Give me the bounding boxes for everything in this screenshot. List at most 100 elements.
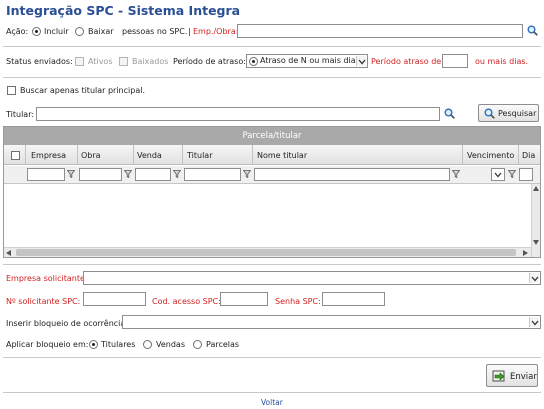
senha-label: Senha SPC: — [275, 297, 321, 306]
column-separator — [182, 145, 183, 165]
chevron-down-icon — [356, 56, 366, 66]
column-empresa[interactable]: Empresa — [31, 151, 66, 161]
search-icon[interactable] — [527, 25, 538, 36]
divider — [3, 392, 541, 393]
filter-funnel-icon[interactable] — [67, 170, 75, 178]
titular-label: Titular: — [6, 110, 35, 119]
filter-venda-input[interactable] — [135, 168, 171, 181]
emp-obra-label: Emp./Obra: — [193, 27, 239, 36]
radio-baixar-label[interactable]: Baixar — [88, 27, 114, 37]
filter-funnel-icon[interactable] — [243, 170, 251, 178]
buscar-titular-label: Buscar apenas titular principal. — [20, 86, 145, 95]
column-separator — [252, 145, 253, 165]
chevron-down-icon — [494, 172, 502, 178]
divider — [3, 357, 541, 358]
cod-acesso-input[interactable] — [220, 292, 268, 306]
divider — [3, 77, 541, 78]
titular-input[interactable] — [36, 107, 440, 121]
filter-funnel-icon[interactable] — [452, 170, 460, 178]
scroll-right-icon[interactable] — [523, 250, 528, 256]
enviar-button[interactable]: Enviar — [486, 364, 538, 387]
radio-vendas-label[interactable]: Vendas — [156, 340, 185, 350]
scroll-down-icon[interactable] — [533, 240, 539, 245]
periodo-atraso-select[interactable]: Atraso de N ou mais dias — [246, 54, 368, 68]
radio-vendas[interactable] — [143, 340, 152, 349]
checkbox-ativos-label: Ativos — [88, 57, 113, 66]
column-titular[interactable]: Titular — [187, 151, 212, 161]
column-separator — [133, 145, 134, 165]
separator-pipe: | — [188, 27, 191, 36]
periodo-atraso-de-input[interactable] — [442, 54, 468, 68]
periodo-atraso-de-label: Período atraso de: — [371, 57, 444, 66]
radio-incluir[interactable] — [32, 27, 41, 36]
pesquisar-button[interactable]: Pesquisar — [478, 104, 539, 122]
column-separator — [518, 145, 519, 165]
inserir-bloqueio-label: Inserir bloqueio de ocorrência: — [6, 319, 128, 328]
radio-parcelas[interactable] — [193, 340, 202, 349]
periodo-atraso-value: Atraso de N ou mais dias — [260, 56, 360, 65]
empresa-solicitante-select[interactable] — [83, 271, 541, 285]
scroll-left-icon[interactable] — [6, 250, 11, 256]
checkbox-baixados-label: Baixados — [132, 57, 169, 66]
voltar-link[interactable]: Voltar — [261, 398, 283, 408]
acao-suffix: pessoas no SPC. — [122, 27, 188, 36]
status-enviados-label: Status enviados: — [6, 57, 73, 66]
filter-funnel-icon[interactable] — [508, 170, 516, 178]
senha-input[interactable] — [322, 292, 385, 306]
column-vencimento[interactable]: Vencimento — [467, 151, 514, 161]
checkbox-buscar-titular[interactable] — [7, 86, 16, 95]
send-icon — [492, 370, 505, 382]
scroll-up-icon[interactable] — [533, 186, 539, 191]
filter-funnel-icon[interactable] — [124, 170, 132, 178]
radio-incluir-label[interactable]: Incluir — [44, 27, 69, 37]
grid-horizontal-scrollbar[interactable] — [4, 247, 531, 257]
column-separator — [77, 145, 78, 165]
checkbox-baixados[interactable] — [119, 57, 128, 66]
aplicar-bloqueio-label: Aplicar bloqueio em: — [6, 340, 89, 349]
scroll-thumb[interactable] — [16, 249, 516, 256]
parcela-titular-grid: Parcela/titular Empresa Obra Venda Titul… — [3, 126, 541, 258]
column-dia[interactable]: Dia — [522, 151, 535, 161]
radio-titulares[interactable] — [89, 340, 98, 349]
filter-dia-input[interactable] — [519, 168, 533, 181]
column-nome-titular[interactable]: Nome titular — [257, 151, 307, 161]
filter-obra-input[interactable] — [79, 168, 122, 181]
column-separator — [25, 145, 26, 165]
n-solicitante-input[interactable] — [83, 292, 146, 306]
chevron-down-icon — [529, 273, 539, 283]
periodo-radio — [249, 57, 258, 66]
radio-titulares-label[interactable]: Titulares — [101, 340, 135, 350]
filter-nome-titular-input[interactable] — [254, 168, 450, 181]
radio-baixar[interactable] — [75, 27, 84, 36]
filter-vencimento-select[interactable] — [491, 168, 505, 181]
enviar-button-label: Enviar — [510, 372, 537, 382]
periodo-atraso-label: Período de atraso: — [173, 57, 246, 66]
emp-obra-input[interactable] — [237, 24, 523, 38]
cod-acesso-label: Cod. acesso SPC: — [152, 297, 221, 306]
empresa-solicitante-label: Empresa solicitante: — [6, 274, 88, 283]
filter-empresa-input[interactable] — [27, 168, 65, 181]
filter-funnel-icon[interactable] — [173, 170, 181, 178]
grid-title: Parcela/titular — [4, 127, 540, 145]
grid-filter-row — [4, 166, 540, 184]
divider — [3, 264, 541, 265]
checkbox-select-all[interactable] — [11, 151, 20, 160]
column-venda[interactable]: Venda — [137, 151, 162, 161]
grid-vertical-scrollbar[interactable] — [531, 184, 540, 257]
search-icon — [484, 108, 495, 119]
page-title: Integração SPC - Sistema Integra — [6, 3, 241, 18]
checkbox-ativos[interactable] — [75, 57, 84, 66]
n-solicitante-label: Nº solicitante SPC: — [6, 297, 81, 306]
column-separator — [462, 145, 463, 165]
acao-label: Ação: — [6, 27, 29, 36]
grid-header-row: Empresa Obra Venda Titular Nome titular … — [4, 145, 540, 165]
search-icon[interactable] — [444, 108, 455, 119]
column-obra[interactable]: Obra — [81, 151, 101, 161]
pesquisar-button-label: Pesquisar — [498, 109, 537, 118]
inserir-bloqueio-select[interactable] — [122, 315, 541, 329]
filter-titular-input[interactable] — [184, 168, 241, 181]
radio-parcelas-label[interactable]: Parcelas — [206, 340, 239, 350]
ou-mais-dias-label: ou mais dias. — [475, 57, 529, 66]
chevron-down-icon — [529, 317, 539, 327]
divider — [3, 46, 541, 47]
